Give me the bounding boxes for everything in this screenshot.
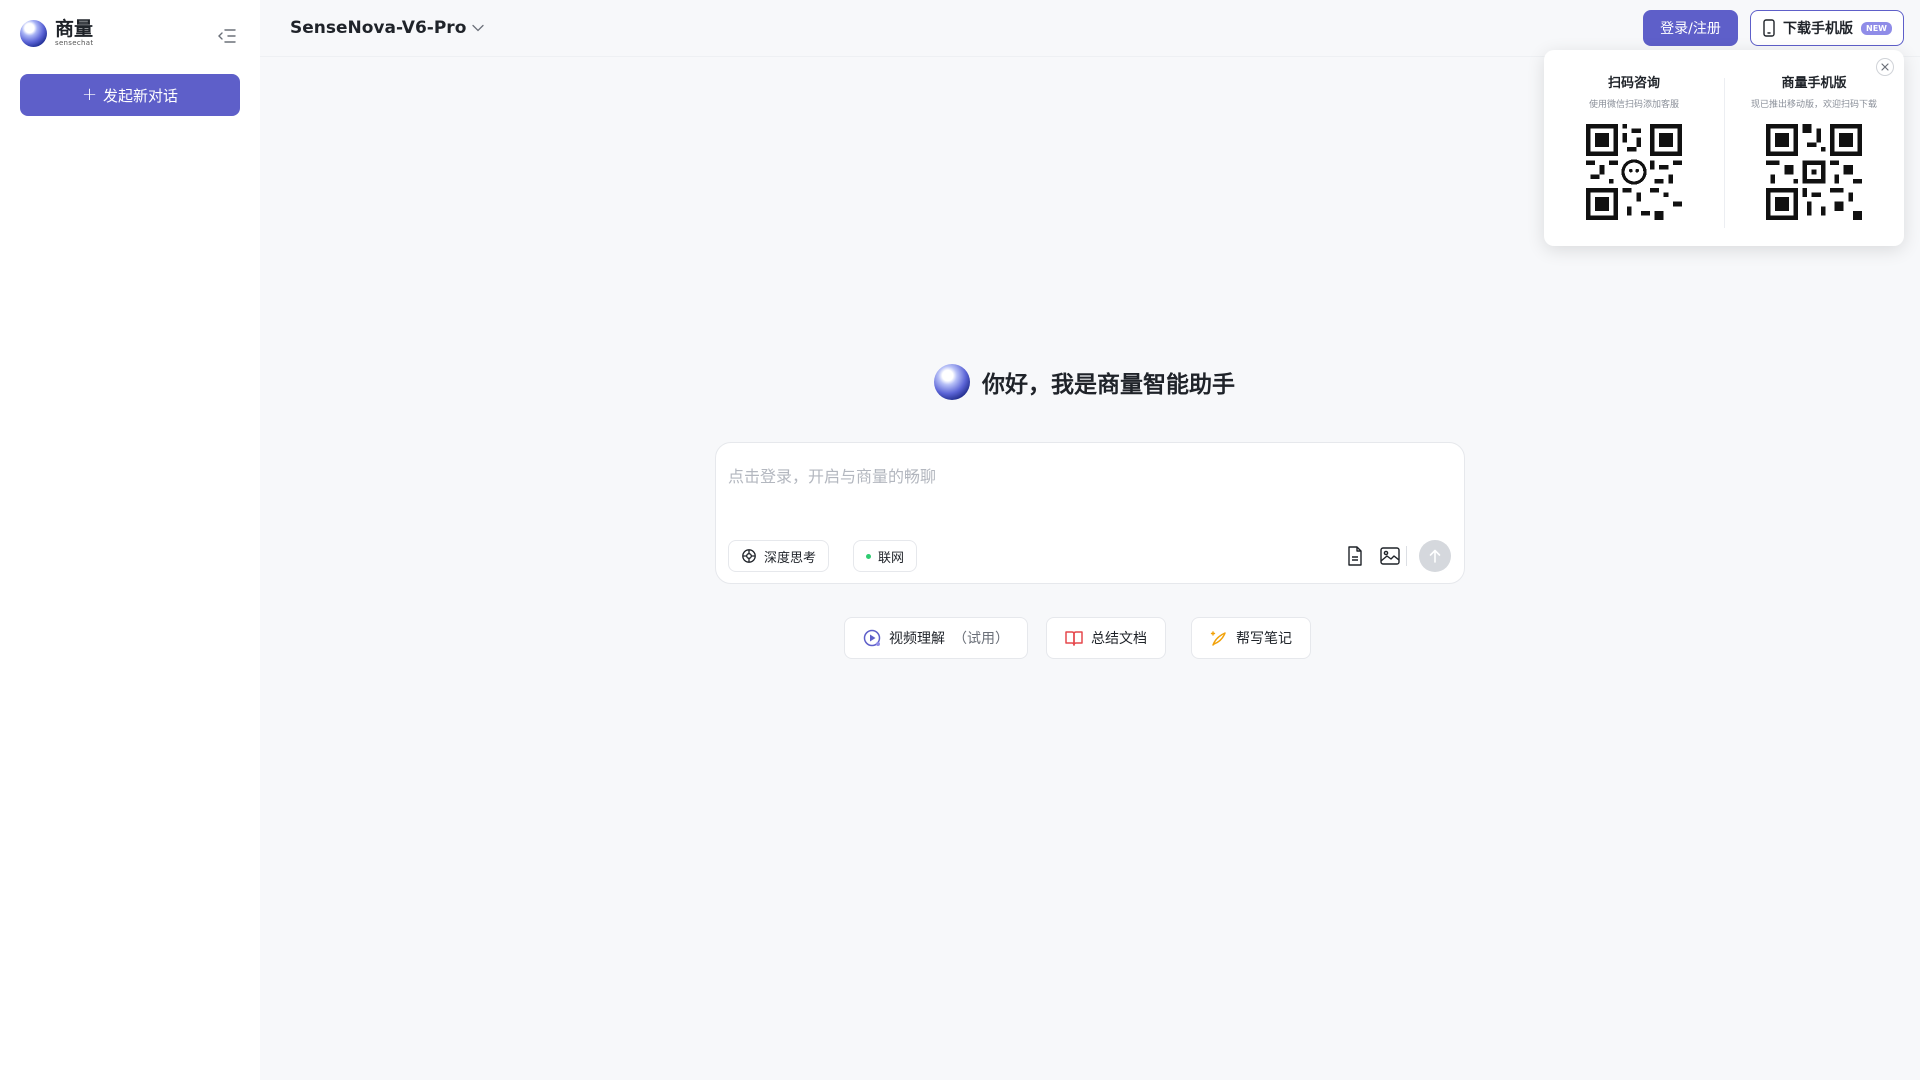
upload-image-button[interactable] [1377,543,1403,569]
qr-mobile-title: 商量手机版 [1781,76,1847,91]
logo-subtitle: sensechat [55,39,94,47]
qr-consult-title: 扫码咨询 [1607,76,1660,91]
model-selector[interactable]: SenseNova-V6-Pro [290,16,485,40]
deep-think-label: 深度思考 [764,550,817,566]
web-search-label: 联网 [878,550,905,566]
qr-popover: 扫码咨询 使用微信扫码添加客服 商量手机版 现已推出移动版，欢迎扫码下载 [1544,50,1904,246]
suggestion-label: 视频理解 [889,631,945,647]
greeting-text: 你好，我是商量智能助手 [982,372,1235,398]
suggestion-summarize-document[interactable]: 总结文档 [1046,617,1166,659]
arrow-up-icon [1429,549,1441,563]
qr-consult-desc: 使用微信扫码添加客服 [1588,100,1679,110]
wechat-qr-code-icon [1586,124,1682,220]
deep-think-icon [742,549,756,563]
chat-input[interactable] [728,467,1428,486]
download-mobile-button[interactable]: 下载手机版 NEW [1750,10,1904,46]
model-name: SenseNova-V6-Pro [290,18,467,38]
logo[interactable]: 商量 sensechat [20,20,93,47]
app-download-qr-code-icon [1766,124,1862,220]
book-icon [1065,631,1083,646]
suggestion-write-notes[interactable]: 帮写笔记 [1191,617,1311,659]
logo-orb-icon [20,20,47,47]
qr-mobile-desc: 现已推出移动版，欢迎扫码下载 [1750,100,1877,110]
login-register-button[interactable]: 登录/注册 [1643,10,1738,46]
document-icon [1348,546,1362,566]
send-button[interactable] [1419,540,1451,572]
plus-icon: + [81,84,98,105]
online-dot-icon [866,553,871,559]
suggestion-label: 总结文档 [1091,631,1147,647]
assistant-orb-icon [934,364,970,400]
chat-input-box: 深度思考 联网 [715,442,1465,584]
qr-consult-panel: 扫码咨询 使用微信扫码添加客服 [1544,72,1724,220]
new-badge: NEW [1861,21,1892,35]
qr-mobile-panel: 商量手机版 现已推出移动版，欢迎扫码下载 [1724,72,1904,220]
collapse-sidebar-button[interactable] [215,24,239,48]
phone-icon [1763,19,1775,37]
greeting: 你好，我是商量智能助手 [934,364,1235,400]
image-icon [1380,547,1400,565]
suggestion-suffix: （试用） [953,631,1009,647]
logo-title: 商量 [55,18,94,40]
pen-sparkle-icon [1210,631,1226,646]
video-play-icon [863,629,881,647]
web-search-toggle[interactable]: 联网 [853,540,918,572]
download-mobile-label: 下载手机版 [1783,21,1853,37]
chevron-down-icon [472,24,485,32]
new-chat-button[interactable]: + 发起新对话 [20,74,240,116]
new-chat-label: 发起新对话 [103,86,179,105]
toolbar-separator [1406,546,1407,566]
sidebar: 商量 sensechat + 发起新对话 [0,0,260,1080]
suggestion-video-understanding[interactable]: 视频理解 （试用） [844,617,1028,659]
collapse-sidebar-icon [218,29,236,43]
upload-file-button[interactable] [1342,543,1368,569]
deep-think-toggle[interactable]: 深度思考 [728,540,830,572]
suggestion-label: 帮写笔记 [1236,631,1292,647]
close-icon [1881,63,1889,71]
